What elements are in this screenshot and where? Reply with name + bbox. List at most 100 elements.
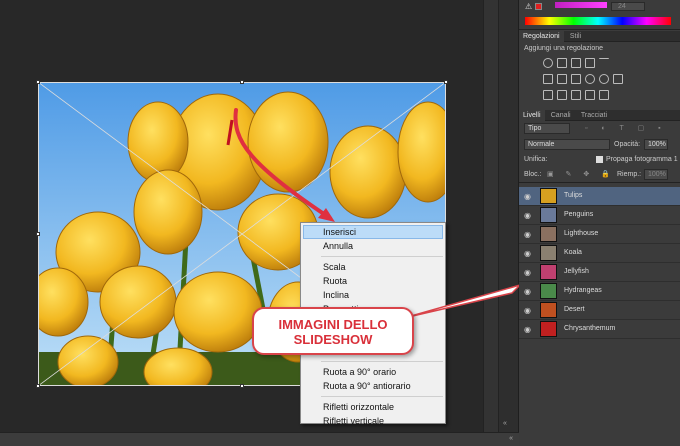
tab-regolazioni[interactable]: Regolazioni [519, 31, 564, 42]
threshold-icon[interactable] [571, 90, 581, 100]
layer-row[interactable]: ◉ Penguins [519, 206, 680, 225]
visibility-eye-icon[interactable]: ◉ [524, 268, 533, 277]
menu-item[interactable]: Ruota a 90° orario [301, 365, 445, 379]
vibrance-icon[interactable] [599, 58, 609, 68]
tab-canali[interactable]: Canali [547, 110, 575, 121]
layer-thumbnail [540, 188, 557, 204]
propagate-checkbox[interactable] [596, 156, 603, 163]
color-spectrum[interactable] [525, 17, 671, 25]
menu-item[interactable]: Inclina [301, 288, 445, 302]
tab-livelli[interactable]: Livelli [519, 110, 545, 121]
swatch-red[interactable] [535, 3, 542, 10]
menu-separator [321, 396, 443, 397]
transform-handle-bm[interactable] [240, 384, 244, 388]
visibility-eye-icon[interactable]: ◉ [524, 325, 533, 334]
balance-icon[interactable] [557, 74, 567, 84]
curves-icon[interactable] [571, 58, 581, 68]
panel-collapse-strip[interactable] [483, 0, 499, 432]
panel-dock-strip[interactable]: « [499, 0, 519, 446]
color-controls: ⚠ 24 [525, 2, 671, 12]
menu-separator [321, 256, 443, 257]
menu-item[interactable]: Ruota a 90° antiorario [301, 379, 445, 393]
adjust-icons-row2 [519, 71, 680, 87]
tab-tracciati[interactable]: Tracciati [577, 110, 611, 121]
blend-row: Normale Opacità: 100% [519, 137, 680, 153]
layer-row[interactable]: ◉ Hydrangeas [519, 282, 680, 301]
layer-row[interactable]: ◉ Tulips [519, 187, 680, 206]
levels-icon[interactable] [557, 58, 567, 68]
bw-icon[interactable] [571, 74, 581, 84]
transform-handle-tl[interactable] [36, 80, 40, 84]
layer-thumbnail [540, 321, 557, 337]
exposure-icon[interactable] [585, 58, 595, 68]
opacity-label: Opacità: [614, 141, 641, 148]
layer-name: Desert [564, 306, 585, 313]
transform-handle-ml[interactable] [36, 232, 40, 236]
hue-icon[interactable] [543, 74, 553, 84]
adjust-icons-row3 [519, 87, 680, 103]
color-slider[interactable] [555, 2, 607, 8]
filter-select[interactable]: Tipo [524, 123, 570, 134]
color-panel: ⚠ 24 [519, 0, 680, 30]
callout-line2: SLIDESHOW [293, 332, 373, 347]
layer-name: Lighthouse [564, 230, 599, 237]
transform-handle-bl[interactable] [36, 384, 40, 388]
propagate-label: Propaga fotogramma 1 [606, 156, 678, 163]
menu-item[interactable]: Rifletti orizzontale [301, 400, 445, 414]
menu-separator [321, 361, 443, 362]
menu-item[interactable]: Annulla [301, 239, 445, 253]
filter-icons[interactable]: ▫ ◐ T ▢ ▪ [585, 124, 667, 132]
tab-stili[interactable]: Stili [566, 31, 585, 42]
layer-name: Jellyfish [564, 268, 589, 275]
layer-row[interactable]: ◉ Chrysanthemum [519, 320, 680, 339]
layer-thumbnail [540, 302, 557, 318]
visibility-eye-icon[interactable]: ◉ [524, 249, 533, 258]
adjust-tabs: Regolazioni Stili [519, 31, 680, 42]
layer-thumbnail [540, 207, 557, 223]
layer-row[interactable]: ◉ Koala [519, 244, 680, 263]
menu-item[interactable]: Rifletti verticale [301, 414, 445, 428]
visibility-eye-icon[interactable]: ◉ [524, 306, 533, 315]
visibility-eye-icon[interactable]: ◉ [524, 192, 533, 201]
menu-item[interactable]: Inserisci [303, 225, 443, 239]
warning-icon: ⚠ [525, 2, 533, 11]
right-panels: ⚠ 24 Regolazioni Stili Aggiungi una rego… [519, 0, 680, 446]
photo-filter-icon[interactable] [585, 74, 595, 84]
brightness-icon[interactable] [543, 58, 553, 68]
layer-thumbnail [540, 283, 557, 299]
selective-color-icon[interactable] [599, 90, 609, 100]
layers-tabs: Livelli Canali Tracciati [519, 110, 680, 121]
layer-thumbnail [540, 245, 557, 261]
transform-handle-tr[interactable] [444, 80, 448, 84]
channel-mixer-icon[interactable] [599, 74, 609, 84]
fill-input[interactable]: 100% [644, 169, 668, 180]
adjustments-panel: Regolazioni Stili Aggiungi una regolazio… [519, 31, 680, 109]
layer-row[interactable]: ◉ Desert [519, 301, 680, 320]
visibility-eye-icon[interactable]: ◉ [524, 230, 533, 239]
opacity-input[interactable]: 100% [644, 139, 668, 150]
layer-name: Tulips [564, 192, 583, 199]
layer-row[interactable]: ◉ Jellyfish [519, 263, 680, 282]
blend-mode-select[interactable]: Normale [524, 139, 610, 150]
layer-name: Koala [564, 249, 582, 256]
expand-icon[interactable]: « [503, 420, 507, 427]
layer-name: Chrysanthemum [564, 325, 616, 332]
gradient-map-icon[interactable] [585, 90, 595, 100]
layer-name: Hydrangeas [564, 287, 602, 294]
slideshow-callout: IMMAGINI DELLO SLIDESHOW [252, 307, 414, 355]
invert-icon[interactable] [543, 90, 553, 100]
menu-item[interactable]: Ruota [301, 274, 445, 288]
layer-row[interactable]: ◉ Lighthouse [519, 225, 680, 244]
status-bar: « [0, 432, 519, 446]
posterize-icon[interactable] [557, 90, 567, 100]
color-lookup-icon[interactable] [613, 74, 623, 84]
transform-handle-tm[interactable] [240, 80, 244, 84]
callout-line1: IMMAGINI DELLO [278, 317, 388, 332]
collapse-icon[interactable]: « [509, 435, 513, 442]
photoshop-window: « « InserisciAnnulla ScalaRuotaInclina Pro… [0, 0, 680, 446]
visibility-eye-icon[interactable]: ◉ [524, 211, 533, 220]
menu-item[interactable]: Scala [301, 260, 445, 274]
visibility-eye-icon[interactable]: ◉ [524, 287, 533, 296]
lock-icons[interactable]: ▣ ✎ ✥ 🔒 [547, 170, 615, 178]
color-value[interactable]: 24 [611, 2, 645, 11]
